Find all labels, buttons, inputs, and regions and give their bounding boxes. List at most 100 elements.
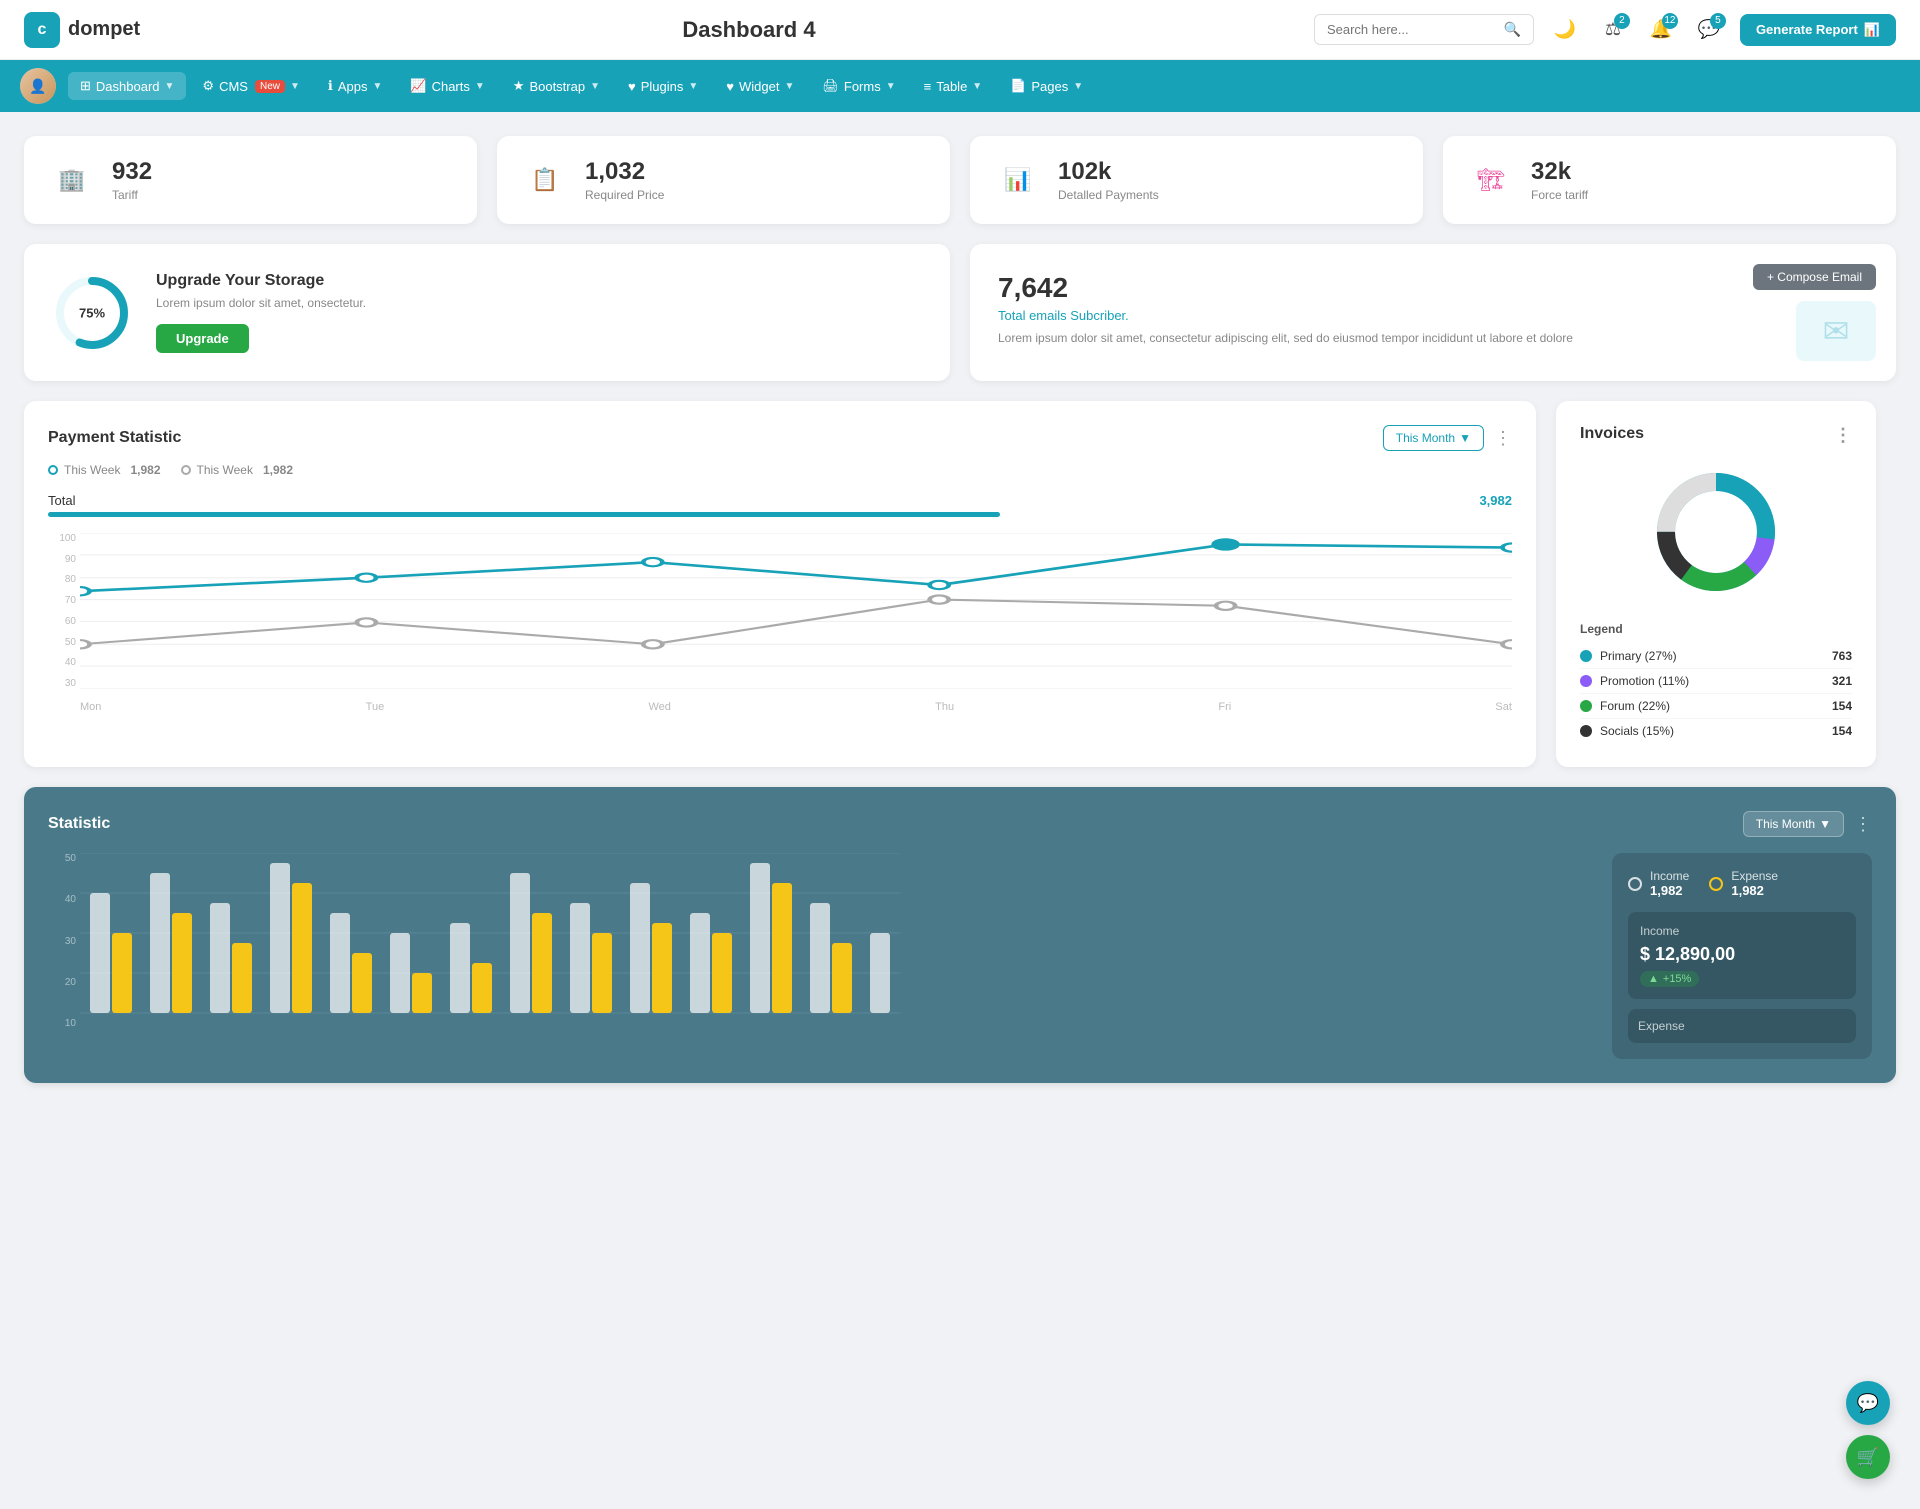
force-value: 32k — [1531, 158, 1588, 186]
search-icon: 🔍 — [1504, 21, 1521, 38]
avatar: 👤 — [20, 68, 56, 104]
report-icon: 📊 — [1864, 22, 1880, 38]
income-amount: $ 12,890,00 — [1640, 944, 1844, 965]
nav-item-table[interactable]: ≡ Table ▼ — [912, 73, 995, 100]
chevron-down-icon-plugins: ▼ — [688, 81, 698, 92]
x-axis: MonTueWedThuFriSat — [80, 701, 1512, 713]
statistic-this-month-button[interactable]: This Month ▼ — [1743, 811, 1844, 837]
forum-color-dot — [1580, 700, 1592, 712]
invoices-more-icon[interactable]: ⋮ — [1834, 425, 1852, 446]
income-badge: ▲ +15% — [1640, 971, 1699, 987]
chevron-down-icon-table: ▼ — [972, 81, 982, 92]
expense-dot — [1709, 877, 1723, 891]
tariff-icon: 🏢 — [48, 156, 96, 204]
promotion-color-dot — [1580, 675, 1592, 687]
email-envelope-icon: ✉ — [1796, 301, 1876, 361]
compare-btn[interactable]: ⚖ 2 — [1596, 13, 1630, 47]
bar-y-axis: 1020304050 — [48, 853, 76, 1029]
nav-label-bootstrap: Bootstrap — [529, 79, 585, 94]
storage-title: Upgrade Your Storage — [156, 272, 366, 290]
nav-label-widget: Widget — [739, 79, 779, 94]
storage-desc: Lorem ipsum dolor sit amet, onsectetur. — [156, 296, 366, 310]
upgrade-button[interactable]: Upgrade — [156, 324, 249, 353]
more-options-icon[interactable]: ⋮ — [1494, 428, 1512, 449]
cms-badge: New — [255, 80, 285, 93]
expense-box-label: Expense — [1638, 1019, 1846, 1033]
price-icon: 📋 — [521, 156, 569, 204]
chevron-down-icon-cms: ▼ — [290, 81, 300, 92]
stat-card-payments: 📊 102k Detalled Payments — [970, 136, 1423, 224]
chevron-down-icon-widget: ▼ — [784, 81, 794, 92]
nav-item-apps[interactable]: ℹ Apps ▼ — [316, 72, 395, 100]
navbar: 👤 ⊞ Dashboard ▼ ⚙ CMS New ▼ ℹ Apps ▼ 📈 C… — [0, 60, 1920, 112]
search-bar[interactable]: 🔍 — [1314, 14, 1534, 45]
generate-report-label: Generate Report — [1756, 22, 1858, 37]
logo-icon: c — [24, 12, 60, 48]
payment-header: Payment Statistic This Month ▼ ⋮ — [48, 425, 1512, 451]
compose-email-button[interactable]: + Compose Email — [1753, 264, 1876, 290]
this-month-button[interactable]: This Month ▼ — [1383, 425, 1484, 451]
storage-card: 75% Upgrade Your Storage Lorem ipsum dol… — [24, 244, 950, 381]
nav-item-plugins[interactable]: ♥ Plugins ▼ — [616, 73, 710, 100]
nav-item-widget[interactable]: ♥ Widget ▼ — [714, 73, 806, 100]
bootstrap-icon: ★ — [513, 78, 525, 94]
teal-dot — [48, 465, 58, 475]
stat-card-force: 🏗 32k Force tariff — [1443, 136, 1896, 224]
fab-group: 💬 🛒 — [1846, 1381, 1890, 1479]
expense-val: 1,982 — [1731, 883, 1778, 898]
price-value: 1,032 — [585, 158, 664, 186]
legend-promotion: Promotion (11%) 321 — [1580, 669, 1852, 694]
donut-chart-container — [1580, 462, 1852, 602]
income-box-label: Income — [1640, 924, 1844, 938]
arrow-up-icon: ▲ — [1648, 973, 1659, 985]
invoices-title-text: Invoices — [1580, 425, 1644, 446]
income-dot — [1628, 877, 1642, 891]
income-val: 1,982 — [1650, 883, 1689, 898]
logo: c dompet — [24, 12, 184, 48]
statistic-more-icon[interactable]: ⋮ — [1854, 814, 1872, 835]
forms-icon: 🖨 — [822, 78, 839, 94]
legend-forum: Forum (22%) 154 — [1580, 694, 1852, 719]
legend-this-week-2: This Week 1,982 — [181, 463, 294, 477]
invoices-header: Invoices ⋮ — [1580, 425, 1852, 446]
tariff-value: 932 — [112, 158, 152, 186]
donut-chart-svg — [1646, 462, 1786, 602]
generate-report-button[interactable]: Generate Report 📊 — [1740, 14, 1896, 46]
cart-fab-button[interactable]: 🛒 — [1846, 1435, 1890, 1479]
chevron-down-icon-charts: ▼ — [475, 81, 485, 92]
apps-icon: ℹ — [328, 78, 333, 94]
bell-btn[interactable]: 🔔 12 — [1644, 13, 1678, 47]
message-btn[interactable]: 💬 5 — [1692, 13, 1726, 47]
payment-title: Payment Statistic — [48, 429, 181, 447]
expense-box: Expense — [1628, 1009, 1856, 1043]
nav-item-pages[interactable]: 📄 Pages ▼ — [998, 72, 1095, 100]
bell-badge: 12 — [1662, 13, 1678, 29]
nav-item-dashboard[interactable]: ⊞ Dashboard ▼ — [68, 72, 186, 100]
nav-item-charts[interactable]: 📈 Charts ▼ — [398, 72, 496, 100]
page-title: Dashboard 4 — [184, 17, 1314, 43]
dashboard-icon: ⊞ — [80, 78, 91, 94]
nav-label-cms: CMS — [219, 79, 248, 94]
header: c dompet Dashboard 4 🔍 🌙 ⚖ 2 🔔 12 💬 5 Ge… — [0, 0, 1920, 60]
nav-item-bootstrap[interactable]: ★ Bootstrap ▼ — [501, 72, 612, 100]
payments-icon: 📊 — [994, 156, 1042, 204]
nav-label-table: Table — [936, 79, 967, 94]
support-fab-button[interactable]: 💬 — [1846, 1381, 1890, 1425]
nav-item-cms[interactable]: ⚙ CMS New ▼ — [190, 72, 311, 100]
plugins-icon: ♥ — [628, 79, 636, 94]
nav-label-plugins: Plugins — [641, 79, 684, 94]
statistic-title: Statistic — [48, 815, 110, 833]
total-label: Total — [48, 493, 75, 508]
stat-card-tariff: 🏢 932 Tariff — [24, 136, 477, 224]
primary-color-dot — [1580, 650, 1592, 662]
email-desc: Lorem ipsum dolor sit amet, consectetur … — [998, 331, 1868, 345]
nav-label-charts: Charts — [432, 79, 470, 94]
dropdown-arrow-icon: ▼ — [1459, 431, 1471, 445]
circle-label: 75% — [79, 305, 105, 320]
bar-chart-container: 1020304050 — [48, 853, 1592, 1053]
search-input[interactable] — [1327, 22, 1498, 37]
nav-item-forms[interactable]: 🖨 Forms ▼ — [810, 72, 907, 100]
theme-toggle-btn[interactable]: 🌙 — [1548, 13, 1582, 47]
logo-text: dompet — [68, 18, 140, 41]
invoices-card: Invoices ⋮ Lege — [1556, 401, 1876, 767]
